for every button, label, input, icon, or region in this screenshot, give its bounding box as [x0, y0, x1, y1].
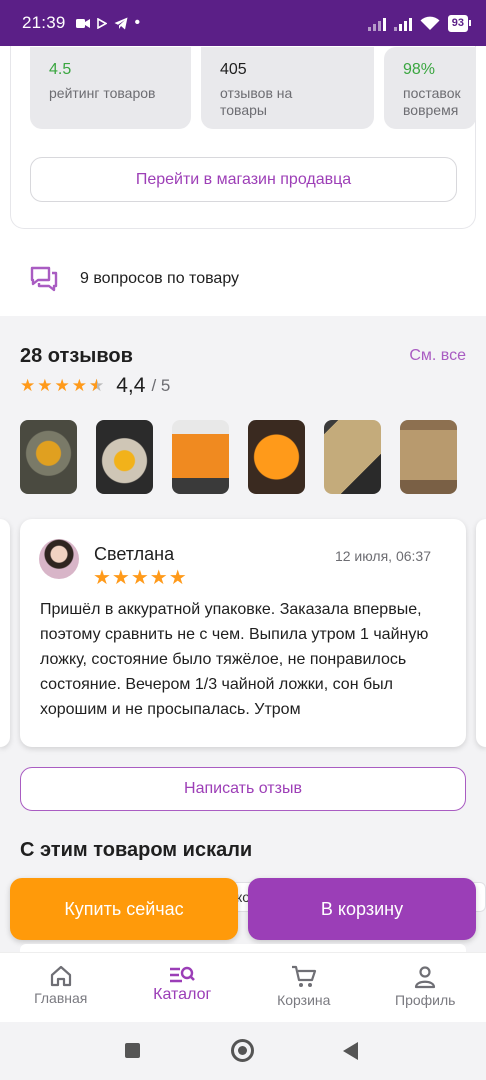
review-text: Пришёл в аккуратной упаковке. Заказала в…: [40, 601, 429, 718]
bottom-tab-bar: Главная Каталог Корзина Профиль: [0, 952, 486, 1022]
chat-bubbles-icon: [30, 266, 58, 292]
tab-profile[interactable]: Профиль: [365, 953, 486, 1022]
star-icon: ★: [71, 376, 87, 395]
home-button-icon[interactable]: [231, 1039, 254, 1062]
signal-icon: [393, 15, 412, 31]
telegram-icon: [114, 17, 128, 29]
star-icon: ★: [37, 376, 53, 395]
catalog-search-icon: [170, 966, 196, 983]
previous-review-card[interactable]: [0, 519, 10, 747]
questions-label: 9 вопросов по товару: [80, 270, 240, 287]
write-review-button[interactable]: Написать отзыв: [20, 767, 466, 811]
rating-value: 4,4: [116, 374, 146, 397]
play-icon: [96, 17, 107, 29]
review-photo[interactable]: [248, 420, 305, 494]
review-card[interactable]: Светлана 12 июля, 06:37 ★★★★★ Пришёл в а…: [20, 519, 466, 747]
seller-panel: 4.5 рейтинг товаров 405 отзывов на товар…: [0, 46, 486, 316]
stat-reviews: 405 отзывов на товары: [201, 47, 374, 129]
signal-icon: [367, 15, 386, 31]
rating-stars: ★ ★ ★ ★ ★ ★: [20, 376, 104, 396]
tab-cart[interactable]: Корзина: [243, 953, 365, 1022]
rating-max: / 5: [151, 376, 171, 395]
add-to-cart-button[interactable]: В корзину: [248, 878, 476, 940]
stat-rating: 4.5 рейтинг товаров: [30, 47, 191, 129]
home-icon: [50, 965, 71, 987]
system-nav-bar: [0, 1022, 486, 1080]
wifi-icon: [420, 16, 440, 30]
back-icon[interactable]: [343, 1042, 358, 1060]
review-photo[interactable]: [96, 420, 153, 494]
review-photo[interactable]: [20, 420, 77, 494]
star-icon: ★: [54, 376, 70, 395]
stat-on-time: 98% поставок вовремя: [384, 47, 476, 129]
buy-now-button[interactable]: Купить сейчас: [10, 878, 238, 940]
review-photo[interactable]: [400, 420, 457, 494]
cart-icon: [291, 965, 316, 987]
star-icon: ★: [20, 376, 36, 395]
avatar: [39, 539, 79, 579]
see-all-reviews-link[interactable]: См. все: [409, 347, 466, 365]
review-date: 12 июля, 06:37: [334, 548, 431, 564]
profile-icon: [415, 966, 436, 989]
video-camera-icon: [75, 18, 90, 28]
review-stars: ★★★★★: [93, 567, 188, 589]
questions-link[interactable]: 9 вопросов по товару: [30, 266, 239, 292]
dot-icon: •: [134, 14, 141, 31]
searched-with-title: С этим товаром искали: [20, 839, 253, 861]
go-to-seller-shop-button[interactable]: Перейти в магазин продавца: [30, 157, 457, 202]
review-photos: [20, 420, 457, 494]
review-photo[interactable]: [324, 420, 381, 494]
seller-stats-card: 4.5 рейтинг товаров 405 отзывов на товар…: [10, 46, 476, 229]
status-bar: 21:39 • 93: [0, 0, 486, 46]
rating-summary: ★ ★ ★ ★ ★ ★ 4,4 / 5: [20, 374, 170, 398]
tab-catalog[interactable]: Каталог: [122, 953, 244, 1022]
recents-icon[interactable]: [125, 1043, 140, 1058]
next-review-card[interactable]: [476, 519, 486, 747]
battery-icon: 93: [447, 14, 472, 32]
tab-home[interactable]: Главная: [0, 953, 122, 1022]
status-time: 21:39: [22, 13, 66, 32]
reviews-title: 28 отзывов: [20, 345, 133, 367]
review-author: Светлана: [94, 544, 175, 564]
review-photo[interactable]: [172, 420, 229, 494]
star-half-icon: ★ ★: [89, 376, 105, 395]
